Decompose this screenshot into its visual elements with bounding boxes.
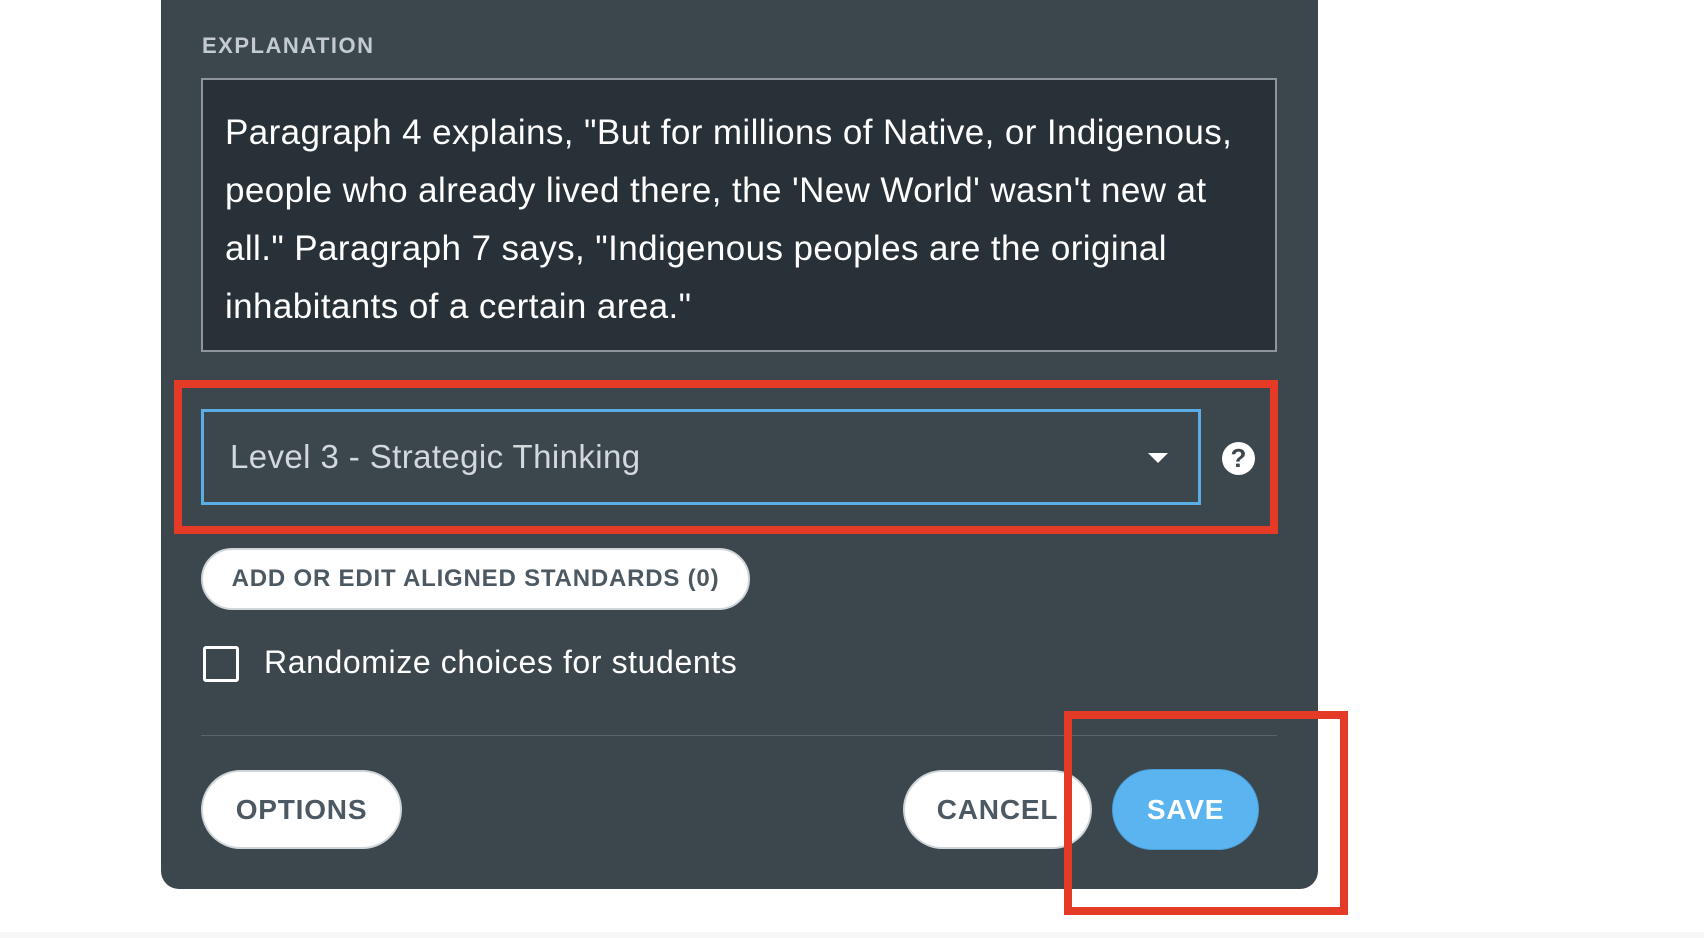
cancel-button[interactable]: CANCEL	[903, 770, 1092, 849]
footer-divider	[201, 735, 1277, 736]
explanation-textarea[interactable]: Paragraph 4 explains, "But for millions …	[201, 78, 1277, 352]
add-edit-standards-button[interactable]: ADD OR EDIT ALIGNED STANDARDS (0)	[201, 548, 750, 610]
caret-down-icon	[1148, 453, 1168, 463]
page-bottom-strip	[0, 932, 1704, 938]
randomize-checkbox-label: Randomize choices for students	[264, 644, 738, 680]
options-button[interactable]: OPTIONS	[201, 770, 402, 849]
randomize-checkbox[interactable]	[203, 646, 239, 682]
dok-level-select[interactable]: Level 3 - Strategic Thinking	[201, 409, 1201, 505]
explanation-text: Paragraph 4 explains, "But for millions …	[225, 113, 1233, 326]
question-circle-icon[interactable]: ?	[1222, 442, 1255, 475]
save-button[interactable]: SAVE	[1113, 770, 1258, 849]
dok-level-selected-value: Level 3 - Strategic Thinking	[230, 438, 641, 475]
explanation-label: EXPLANATION	[202, 33, 375, 58]
